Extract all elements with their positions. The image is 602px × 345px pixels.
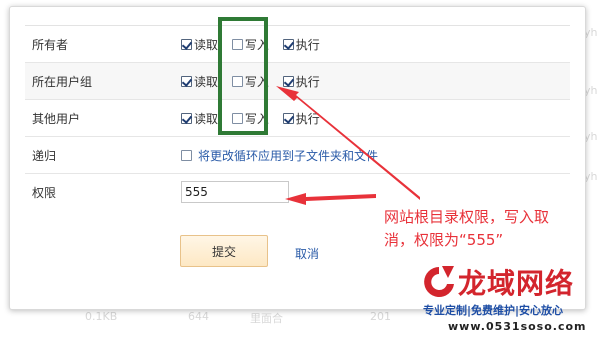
group-read-checkbox[interactable]: [181, 75, 192, 87]
recursive-checkbox[interactable]: [181, 149, 192, 161]
background-text: yh: [584, 26, 598, 39]
background-text: 里面合: [250, 312, 283, 325]
annotation-line-2: 消，权限为“555”: [384, 231, 504, 249]
others-read-option[interactable]: 读取: [181, 110, 218, 127]
recursive-row: 递归 将更改循环应用到子文件夹和文件: [25, 136, 570, 174]
write-column-highlight: [218, 17, 268, 135]
submit-button[interactable]: 提交: [180, 235, 268, 267]
logo-tagline: 专业定制|免费维护|安心放心: [423, 304, 564, 317]
logo-name: 龙域网络: [458, 267, 575, 300]
owner-exec-checkbox[interactable]: [282, 38, 294, 50]
others-exec-option[interactable]: 执行: [282, 110, 320, 127]
owner-read-label: 读取: [194, 37, 219, 52]
background-text: yh: [584, 170, 598, 183]
recursive-text: 将更改循环应用到子文件夹和文件: [198, 148, 379, 163]
brand-logo: 龙域网络 专业定制|免费维护|安心放心 www.0531soso.com: [420, 262, 602, 345]
annotation-text: 网站根目录权限，写入取 消，权限为“555”: [384, 206, 594, 252]
annotation-line-1: 网站根目录权限，写入取: [384, 208, 550, 226]
logo-mark-icon: [424, 266, 454, 297]
permission-form: 所有者 读取 写入 执行 所在用户组 读取 写入 执行 其他用户 读取 写入 执…: [25, 25, 570, 210]
others-label: 其他用户: [25, 99, 181, 137]
background-text: 0.1KB: [85, 310, 118, 323]
group-exec-label: 执行: [295, 74, 320, 89]
others-row: 其他用户 读取 写入 执行: [25, 99, 570, 137]
cancel-link[interactable]: 取消: [295, 245, 319, 262]
background-text: 201: [370, 310, 391, 323]
owner-row: 所有者 读取 写入 执行: [25, 25, 570, 63]
others-read-label: 读取: [194, 111, 219, 126]
others-exec-checkbox[interactable]: [282, 112, 294, 124]
permission-label: 权限: [25, 173, 181, 210]
group-exec-option[interactable]: 执行: [282, 73, 320, 90]
background-text: yh: [584, 130, 598, 143]
owner-exec-option[interactable]: 执行: [282, 36, 320, 53]
group-exec-checkbox[interactable]: [282, 75, 294, 87]
group-read-option[interactable]: 读取: [181, 73, 218, 90]
permission-input[interactable]: [181, 181, 289, 203]
group-read-label: 读取: [194, 74, 219, 89]
background-text: yh: [584, 84, 598, 97]
recursive-option[interactable]: 将更改循环应用到子文件夹和文件: [181, 147, 378, 164]
logo-main: 龙域网络: [420, 262, 574, 302]
owner-exec-label: 执行: [295, 37, 320, 52]
others-read-checkbox[interactable]: [181, 112, 192, 124]
group-row: 所在用户组 读取 写入 执行: [25, 62, 570, 100]
recursive-label: 递归: [25, 136, 181, 174]
others-exec-label: 执行: [295, 111, 320, 126]
group-label: 所在用户组: [25, 62, 181, 100]
background-text: 644: [188, 310, 209, 323]
owner-read-checkbox[interactable]: [181, 38, 192, 50]
owner-read-option[interactable]: 读取: [181, 36, 218, 53]
permission-row: 权限: [25, 173, 570, 210]
logo-url: www.0531soso.com: [448, 320, 587, 333]
owner-label: 所有者: [25, 25, 181, 63]
